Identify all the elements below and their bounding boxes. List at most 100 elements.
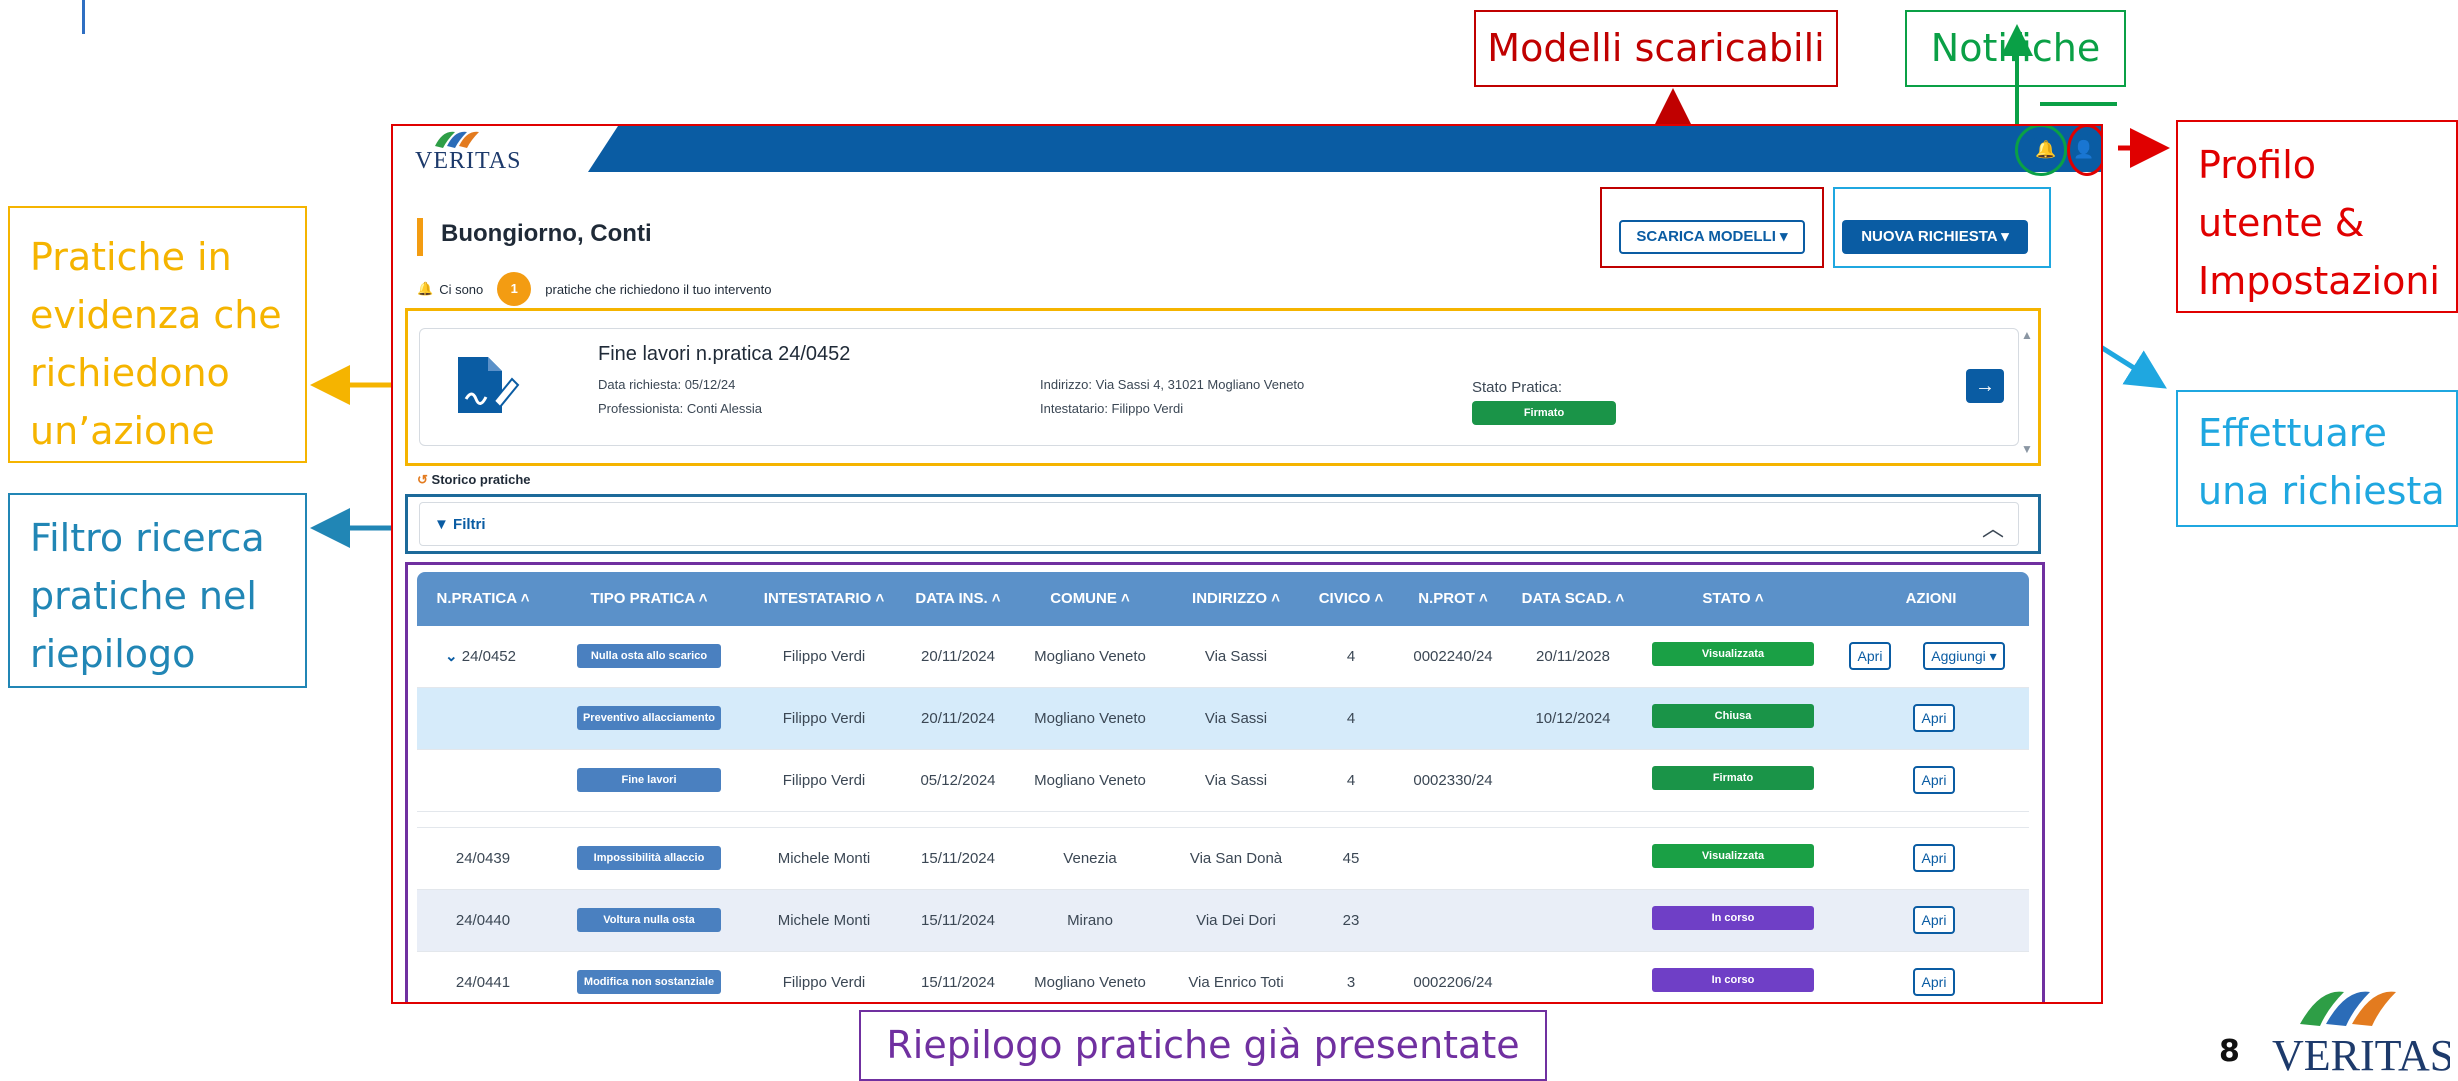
table-row[interactable]: ⌄ 24/0452 Filippo Verdi 20/11/2024 Mogliano… <box>417 626 2029 688</box>
stato-badge: In corso <box>1652 906 1814 930</box>
cell-npratica: 24/0440 <box>455 912 511 929</box>
cell-civico: 23 <box>1342 912 1360 929</box>
apri-button[interactable]: Apri <box>1913 766 1955 794</box>
cell-npratica: 24/0441 <box>455 974 511 991</box>
col-stato[interactable]: STATO ˄ <box>1633 572 1833 626</box>
card-open-button[interactable]: → <box>1966 369 2004 403</box>
funnel-icon: ▼ <box>434 516 449 533</box>
col-comune[interactable]: COMUNE ˄ <box>1017 572 1163 626</box>
cell-comune: Mirano <box>1067 912 1113 929</box>
card-stato-pill: Firmato <box>1472 401 1616 425</box>
chevron-up-icon[interactable]: ︿ <box>1982 511 2004 543</box>
scarica-modelli-button[interactable]: SCARICA MODELLI ▾ <box>1619 220 1805 254</box>
apri-button[interactable]: Apri <box>1913 704 1955 732</box>
card-indirizzo: Indirizzo: Via Sassi 4, 31021 Mogliano V… <box>1040 377 1305 392</box>
cell-npratica: ⌄ 24/0452 <box>417 626 549 688</box>
tipo-pratica-badge: Voltura nulla osta <box>577 908 721 932</box>
cell-intestatario: Michele Monti <box>777 912 871 929</box>
col-civico[interactable]: CIVICO ˄ <box>1309 572 1393 626</box>
cell-nprot: 0002240/24 <box>1413 648 1493 665</box>
card-data-richiesta: Data richiesta: 05/12/24 <box>598 377 736 392</box>
cell-data-ins: 15/11/2024 <box>921 912 995 929</box>
cell-civico: 4 <box>1346 772 1356 789</box>
table-row[interactable]: 24/0441 Filippo Verdi 15/11/2024 Mogliano V… <box>417 952 2029 1002</box>
cell-intestatario: Filippo Verdi <box>782 772 866 789</box>
cell-data-scad <box>1513 828 1633 890</box>
cell-indirizzo: Via Dei Dori <box>1196 912 1276 929</box>
svg-text:VERITAS: VERITAS <box>2272 1031 2450 1076</box>
stato-badge: In corso <box>1652 968 1814 992</box>
cell-intestatario: Filippo Verdi <box>782 710 866 727</box>
tipo-pratica-badge: Preventivo allacciamento <box>577 706 721 730</box>
apri-button[interactable]: Apri <box>1913 844 1955 872</box>
card-title: Fine lavori n.pratica 24/0452 <box>598 343 851 365</box>
apri-button[interactable]: Apri <box>1913 968 1955 996</box>
table-row[interactable]: 24/0440 Michele Monti 15/11/2024 Mirano Via … <box>417 890 2029 952</box>
alert-line: 🔔 Ci sono 1 pratiche che richiedono il t… <box>417 272 771 306</box>
col-intestatario[interactable]: INTESTATARIO ˄ <box>749 572 899 626</box>
filtri-panel[interactable]: ▼ Filtri ︿ <box>419 502 2019 546</box>
page-number: 8 <box>2219 1034 2240 1069</box>
cell-npratica <box>417 750 549 812</box>
cell-nprot <box>1393 890 1513 952</box>
col-data-ins[interactable]: DATA INS. ˄ <box>899 572 1017 626</box>
cell-data-scad <box>1513 750 1633 812</box>
col-npratica[interactable]: N.PRATICA ˄ <box>417 572 549 626</box>
scroll-down-icon[interactable]: ▼ <box>2021 442 2033 456</box>
header-band <box>588 126 2101 172</box>
cell-civico: 45 <box>1342 850 1360 867</box>
logo-text: VERITAS <box>415 148 522 174</box>
cell-data-ins: 15/11/2024 <box>921 974 995 991</box>
cell-npratica: 24/0439 <box>455 850 511 867</box>
cell-intestatario: Filippo Verdi <box>782 648 866 665</box>
page-title: Buongiorno, Conti <box>441 220 652 247</box>
tipo-pratica-badge: Modifica non sostanziale <box>577 970 721 994</box>
apri-button[interactable]: Apri <box>1849 642 1891 670</box>
cell-comune: Venezia <box>1063 850 1117 867</box>
pratica-card[interactable]: Fine lavori n.pratica 24/0452 Data richi… <box>419 328 2019 446</box>
cell-data-ins: 05/12/2024 <box>920 772 996 789</box>
col-indirizzo[interactable]: INDIRIZZO ˄ <box>1163 572 1309 626</box>
expand-chevron-icon[interactable]: ⌄ <box>445 648 462 665</box>
table-body: ⌄ 24/0452 Filippo Verdi 20/11/2024 Mogliano… <box>417 626 2029 1002</box>
stato-badge: Firmato <box>1652 766 1814 790</box>
cell-civico: 4 <box>1346 648 1356 665</box>
table-row[interactable]: 24/0439 Michele Monti 15/11/2024 Venezia Via… <box>417 828 2029 890</box>
aggiungi-dropdown-button[interactable]: Aggiungi ▾ <box>1923 642 2005 670</box>
pratiche-table: N.PRATICA ˄ TIPO PRATICA ˄ INTESTATARIO … <box>417 572 2029 1002</box>
table-row[interactable]: Filippo Verdi 20/11/2024 Mogliano Veneto Vi… <box>417 688 2029 750</box>
card-intestatario: Intestatario: Filippo Verdi <box>1040 401 1184 416</box>
cell-data-scad: 10/12/2024 <box>1535 710 1611 727</box>
apri-button[interactable]: Apri <box>1913 906 1955 934</box>
col-data-scad[interactable]: DATA SCAD. ˄ <box>1513 572 1633 626</box>
bell-outline-icon: 🔔 <box>417 281 434 296</box>
cell-comune: Mogliano Veneto <box>1034 710 1146 727</box>
cell-intestatario: Filippo Verdi <box>782 974 866 991</box>
table-header: N.PRATICA ˄ TIPO PRATICA ˄ INTESTATARIO … <box>417 572 2029 626</box>
cell-indirizzo: Via Sassi <box>1204 710 1268 727</box>
scroll-up-icon[interactable]: ▲ <box>2021 328 2033 342</box>
cell-data-scad: 20/11/2028 <box>1536 648 1610 665</box>
col-azioni: AZIONI <box>1905 590 1957 607</box>
cell-civico: 3 <box>1346 974 1356 991</box>
stato-badge: Visualizzata <box>1652 844 1814 868</box>
cell-nprot: 0002206/24 <box>1413 974 1493 991</box>
filtri-toggle[interactable]: ▼ Filtri <box>434 516 486 533</box>
tipo-pratica-badge: Fine lavori <box>577 768 721 792</box>
storico-title: ↺ Storico pratiche <box>417 472 531 487</box>
nuova-richiesta-button[interactable]: NUOVA RICHIESTA ▾ <box>1842 220 2028 254</box>
table-row[interactable]: Filippo Verdi 05/12/2024 Mogliano Veneto Vi… <box>417 750 2029 812</box>
col-tipo[interactable]: TIPO PRATICA ˄ <box>549 572 749 626</box>
cell-npratica <box>417 688 549 750</box>
cell-comune: Mogliano Veneto <box>1034 772 1146 789</box>
row-group-separator <box>417 812 2029 828</box>
cell-intestatario: Michele Monti <box>777 850 871 867</box>
cell-civico: 4 <box>1346 710 1356 727</box>
cell-data-ins: 20/11/2024 <box>921 648 995 665</box>
stato-badge: Visualizzata <box>1652 642 1814 666</box>
card-professionista: Professionista: Conti Alessia <box>598 401 763 416</box>
notifiche-highlight <box>2015 126 2067 176</box>
greeting-accent <box>417 218 423 256</box>
col-nprot[interactable]: N.PROT ˄ <box>1393 572 1513 626</box>
tipo-pratica-badge: Nulla osta allo scarico <box>577 644 721 668</box>
